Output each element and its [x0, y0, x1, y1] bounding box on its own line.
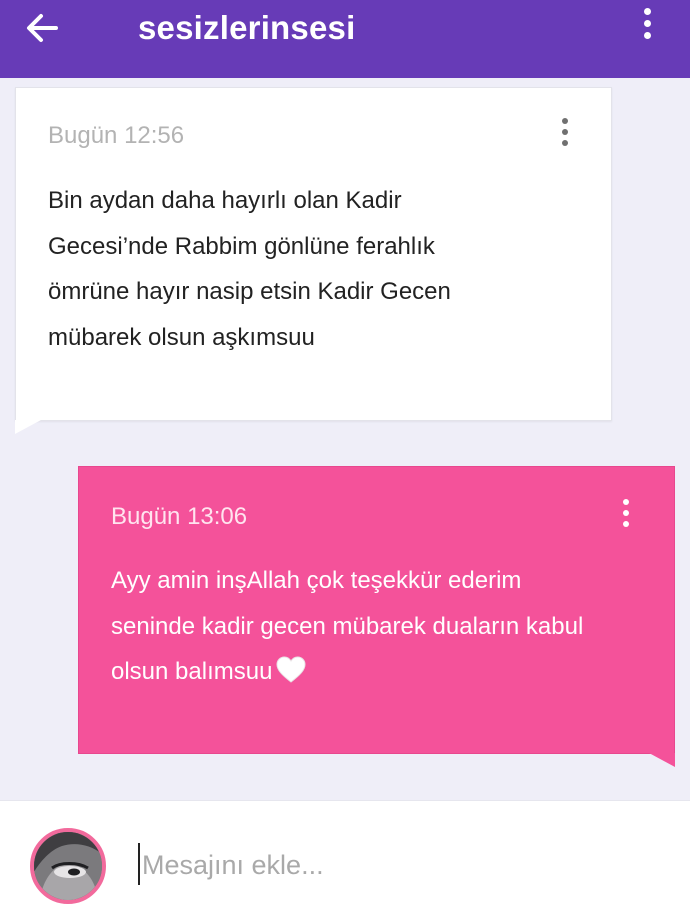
- more-vertical-icon: [632, 8, 662, 39]
- user-avatar[interactable]: [30, 828, 106, 904]
- bubble-tail: [15, 420, 41, 434]
- back-button[interactable]: [22, 8, 82, 48]
- avatar-photo: [34, 832, 102, 900]
- message-timestamp: Bugün 12:56: [48, 122, 185, 149]
- top-app-bar: sesizlerinsesi: [0, 0, 690, 78]
- message-text: Bin aydan daha hayırlı olan Kadir Gecesi…: [48, 187, 451, 351]
- message-options-button[interactable]: [554, 118, 576, 154]
- message-bubble-outgoing[interactable]: Bugün 13:06 Ayy amin inşAllah çok teşekk…: [78, 466, 675, 767]
- more-vertical-icon: [615, 499, 637, 527]
- message-composer: [0, 800, 690, 911]
- overflow-menu-button[interactable]: [632, 8, 662, 44]
- message-timestamp: Bugün 13:06: [111, 503, 248, 530]
- message-input[interactable]: [138, 841, 642, 889]
- arrow-left-icon: [27, 14, 58, 42]
- text-cursor: [138, 843, 140, 885]
- message-options-button[interactable]: [615, 499, 637, 535]
- message-text: Ayy amin inşAllah çok teşekkür ederim se…: [111, 567, 584, 685]
- more-vertical-icon: [554, 118, 576, 146]
- message-bubble-incoming[interactable]: Bugün 12:56 Bin aydan daha hayırlı olan …: [15, 87, 612, 434]
- conversation-title: sesizlerinsesi: [138, 9, 356, 46]
- bubble-tail: [649, 753, 675, 767]
- white-heart-icon: [276, 656, 306, 683]
- message-text-wrapper: Ayy amin inşAllah çok teşekkür ederim se…: [111, 558, 591, 695]
